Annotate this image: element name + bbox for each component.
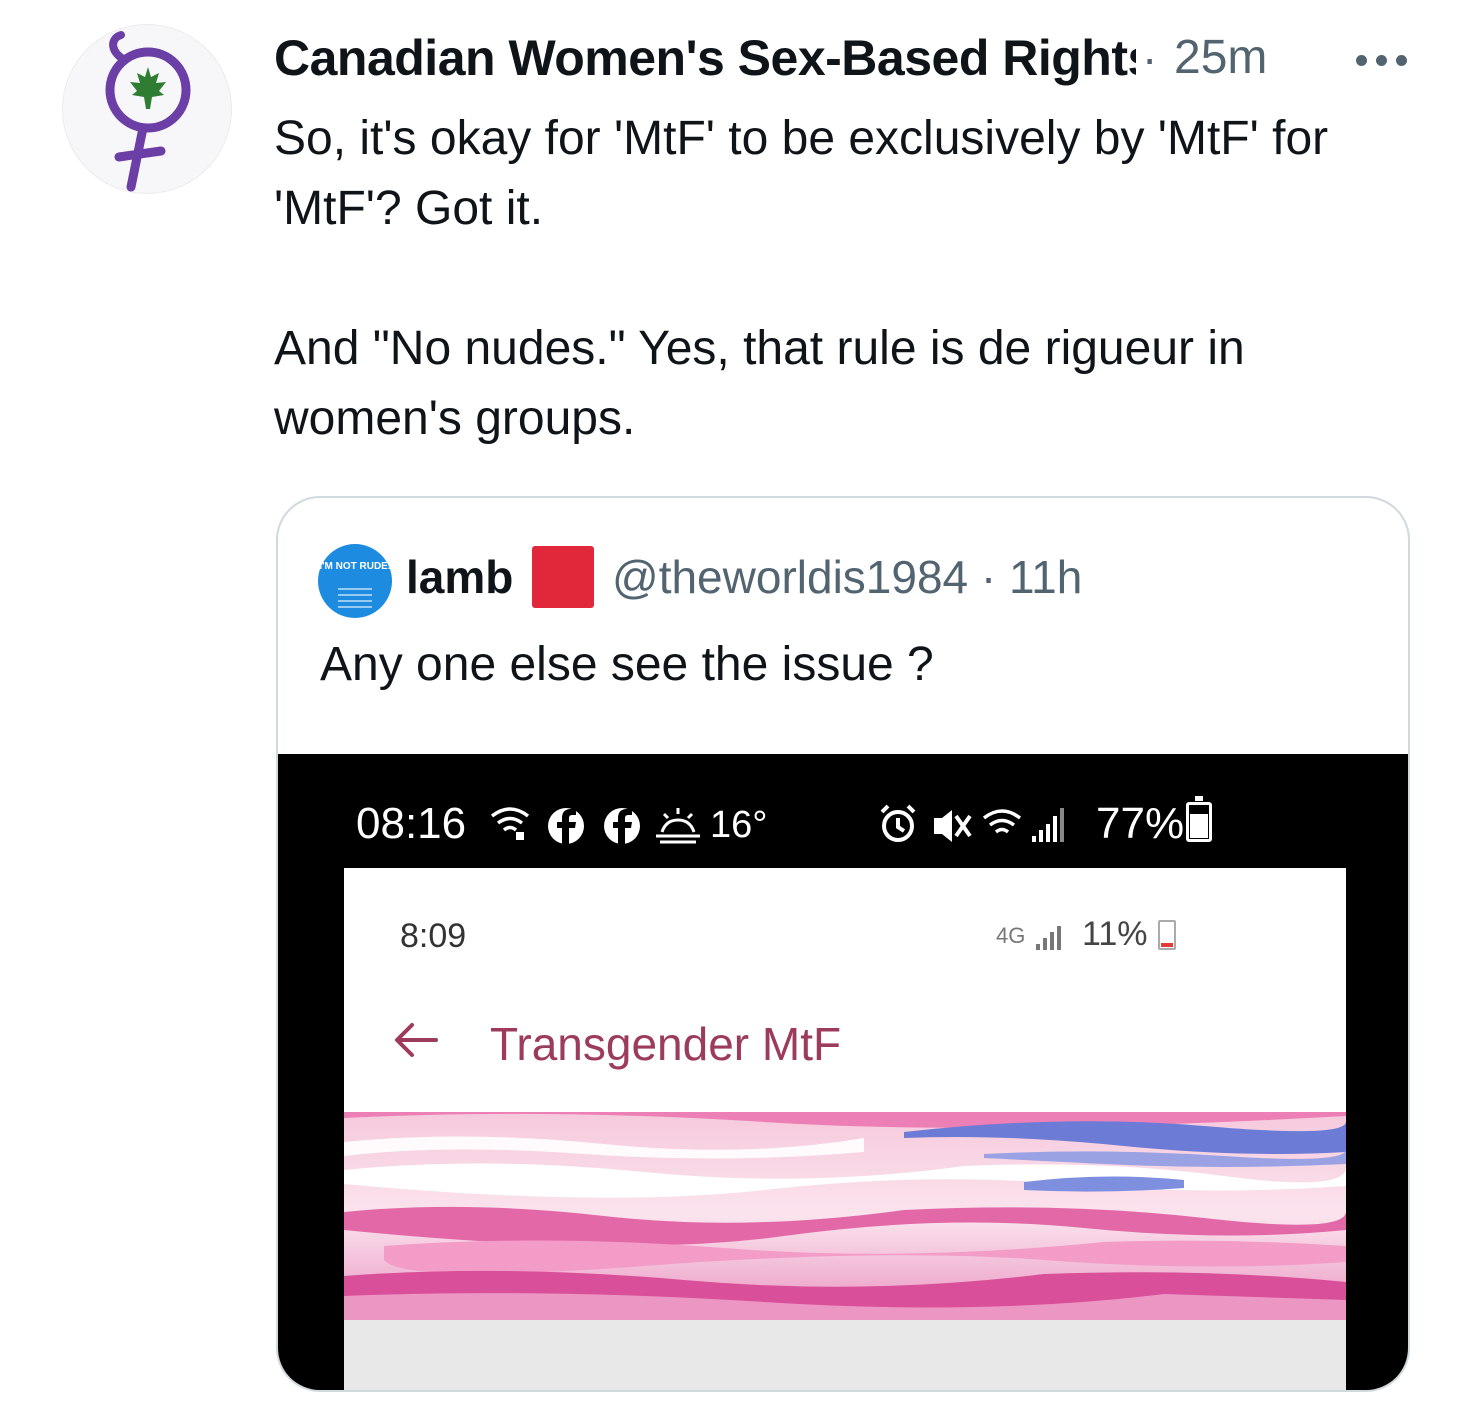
group-title: Transgender MtF bbox=[490, 1018, 842, 1070]
venus-symbol-logo bbox=[105, 31, 191, 192]
content-area-placeholder bbox=[344, 1320, 1346, 1390]
status-icons-left bbox=[490, 807, 700, 844]
facebook-icon bbox=[604, 808, 640, 844]
status-icons-right bbox=[880, 804, 1064, 842]
back-arrow-icon[interactable] bbox=[392, 1020, 440, 1060]
sun-cloud-icon bbox=[656, 808, 700, 844]
tweet-text: So, it's okay for 'MtF' to be exclusivel… bbox=[274, 112, 1329, 445]
facebook-icon bbox=[548, 808, 584, 844]
attached-screenshot[interactable]: 08:16 16° 77% 8:09 4G 11% Transgender Mt… bbox=[278, 754, 1408, 1390]
inner-network-type: 4G bbox=[996, 923, 1026, 948]
maple-leaf-icon bbox=[130, 67, 166, 109]
battery-icon bbox=[1186, 796, 1212, 842]
inner-app-screen: 8:09 4G 11% Transgender MtF bbox=[344, 868, 1346, 1390]
phone-battery-level: 77% bbox=[1096, 799, 1185, 848]
quoted-avatar-text: I'M NOT RUDE. bbox=[319, 561, 391, 572]
phone-temperature: 16° bbox=[710, 804, 768, 846]
tweet-timestamp[interactable]: 25m bbox=[1174, 28, 1267, 88]
quoted-tweet-text: Any one else see the issue ? bbox=[320, 638, 934, 691]
inner-battery-level: 11% bbox=[1082, 915, 1148, 953]
more-options-button[interactable] bbox=[1354, 28, 1410, 88]
header-separator: · bbox=[1142, 32, 1158, 84]
group-banner-image bbox=[344, 1112, 1346, 1320]
wifi-icon bbox=[490, 807, 530, 840]
author-avatar[interactable] bbox=[62, 24, 232, 194]
quoted-handle-time[interactable]: @theworldis1984 · 11h bbox=[612, 548, 1082, 606]
tweet-header: Canadian Women's Sex-Based Rights · 25m bbox=[274, 28, 1424, 88]
signal-icon bbox=[1032, 808, 1064, 842]
inner-status-time: 8:09 bbox=[400, 917, 467, 955]
battery-icon bbox=[1158, 920, 1176, 950]
mute-icon bbox=[934, 810, 972, 842]
quoted-author-name[interactable]: lamb bbox=[406, 548, 513, 606]
signal-icon bbox=[1036, 926, 1061, 950]
author-name[interactable]: Canadian Women's Sex-Based Rights bbox=[274, 28, 1136, 88]
wifi-icon bbox=[982, 809, 1022, 834]
red-square-emoji bbox=[532, 546, 594, 608]
quoted-tweet-card[interactable]: I'M NOT RUDE. lamb @theworldis1984 · 11h… bbox=[276, 496, 1410, 1392]
quoted-author-avatar[interactable]: I'M NOT RUDE. bbox=[318, 544, 392, 618]
alarm-icon bbox=[880, 804, 916, 842]
phone-status-time: 08:16 bbox=[356, 799, 467, 848]
